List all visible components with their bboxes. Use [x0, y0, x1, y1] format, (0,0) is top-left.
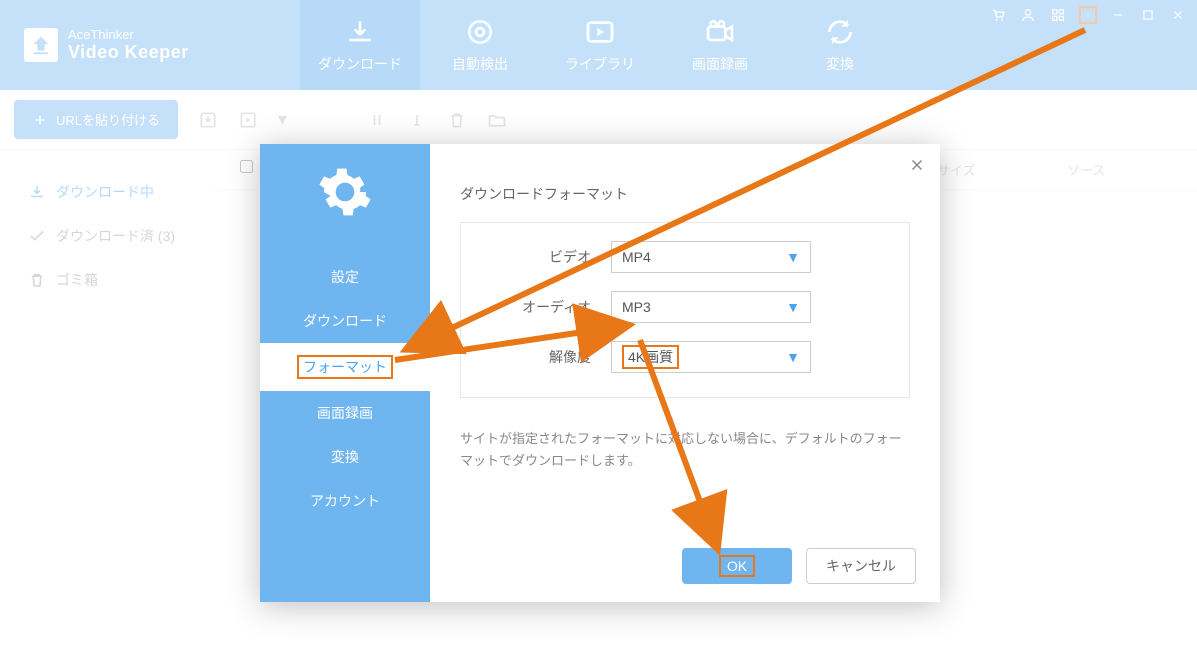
resolution-label: 解像度: [481, 347, 591, 367]
section-title: ダウンロードフォーマット: [460, 184, 910, 204]
audio-value: MP3: [622, 299, 651, 315]
field-resolution: 解像度 4K画質 ▼: [481, 341, 889, 373]
dialog-sidebar: 設定 ダウンロード フォーマット 画面録画 変換 アカウント: [260, 144, 430, 602]
field-audio: オーディオ MP3 ▼: [481, 291, 889, 323]
audio-select[interactable]: MP3 ▼: [611, 291, 811, 323]
video-label: ビデオ: [481, 247, 591, 267]
ok-button[interactable]: OK: [682, 548, 792, 584]
format-note: サイトが指定されたフォーマットに対応しない場合に、デフォルトのフォーマットでダウ…: [460, 428, 910, 472]
gear-icon: [317, 164, 373, 225]
resolution-value: 4K画質: [622, 345, 679, 369]
dialog-nav: 設定 ダウンロード フォーマット 画面録画 変換 アカウント: [260, 255, 430, 523]
video-select[interactable]: MP4 ▼: [611, 241, 811, 273]
dlg-nav-download[interactable]: ダウンロード: [260, 299, 430, 343]
audio-label: オーディオ: [481, 297, 591, 317]
video-value: MP4: [622, 249, 651, 265]
dlg-nav-convert[interactable]: 変換: [260, 435, 430, 479]
cancel-button[interactable]: キャンセル: [806, 548, 916, 584]
chevron-down-icon: ▼: [786, 249, 800, 265]
chevron-down-icon: ▼: [786, 299, 800, 315]
dialog-buttons: OK キャンセル: [682, 548, 916, 584]
dlg-nav-settings[interactable]: 設定: [260, 255, 430, 299]
dlg-nav-record[interactable]: 画面録画: [260, 391, 430, 435]
resolution-select[interactable]: 4K画質 ▼: [611, 341, 811, 373]
dlg-nav-format[interactable]: フォーマット: [260, 343, 430, 391]
dialog-content: ダウンロードフォーマット ビデオ MP4 ▼ オーディオ MP3 ▼ 解像度 4…: [430, 144, 940, 602]
field-video: ビデオ MP4 ▼: [481, 241, 889, 273]
settings-dialog: 設定 ダウンロード フォーマット 画面録画 変換 アカウント ダウンロードフォー…: [260, 144, 940, 602]
dlg-nav-account[interactable]: アカウント: [260, 479, 430, 523]
chevron-down-icon: ▼: [786, 349, 800, 365]
